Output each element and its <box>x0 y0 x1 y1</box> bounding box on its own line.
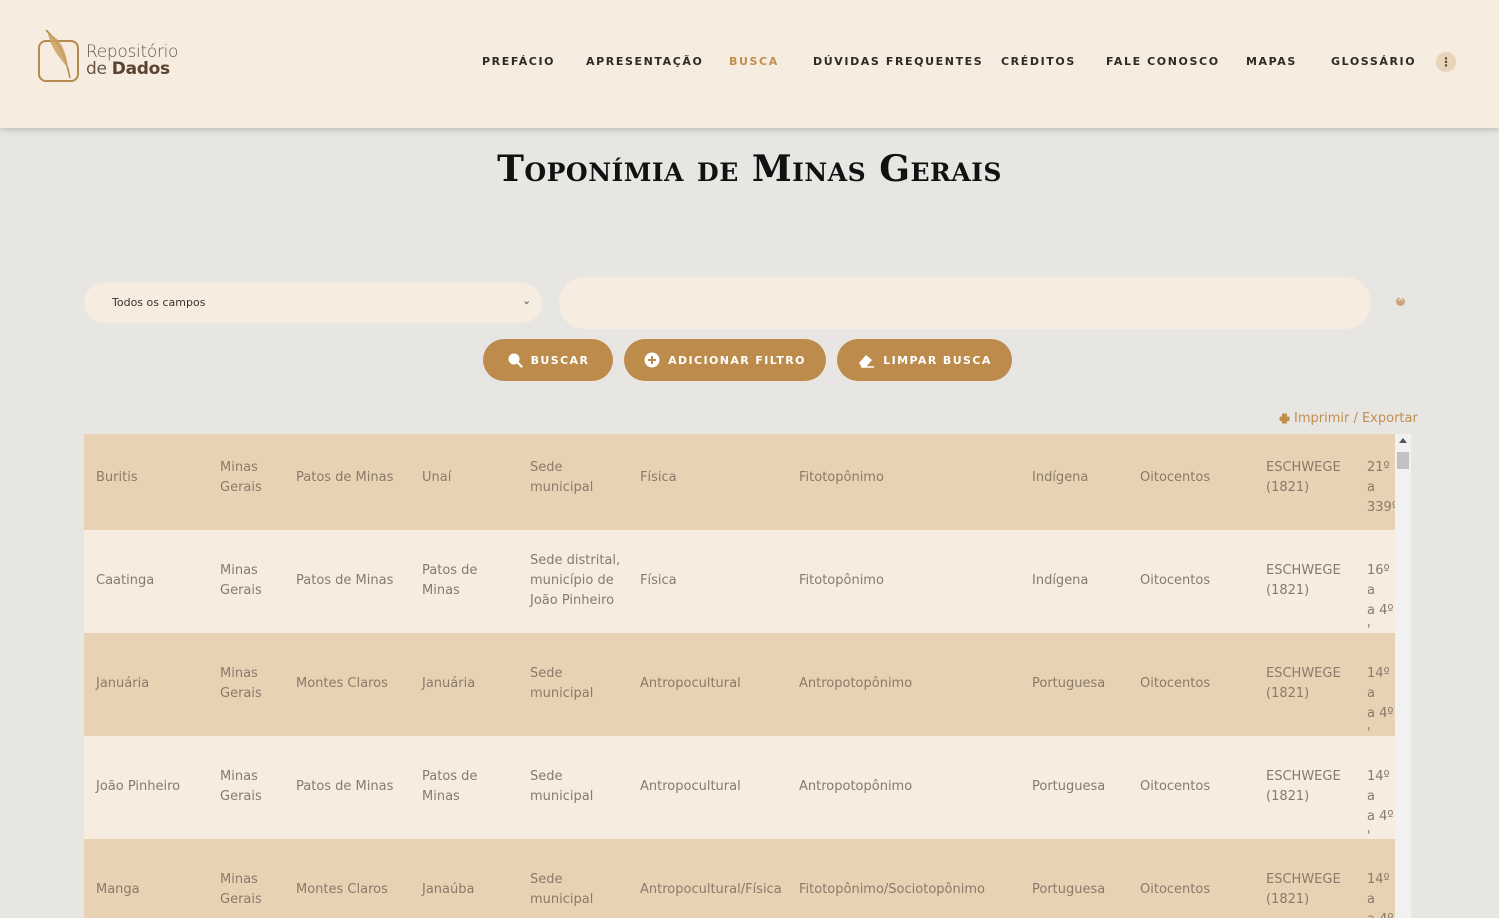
table-scrollbar[interactable] <box>1395 434 1411 918</box>
site-header: Repositório de Dados PREFÁCIO APRESENTAÇ… <box>0 0 1499 128</box>
cell-mesorregiao: Patos de Minas <box>296 779 394 794</box>
nav-fale-conosco[interactable]: FALE CONOSCO <box>1106 55 1220 68</box>
cell-fonte: ESCHWEGE (1821) <box>1266 563 1341 598</box>
cell-microrregiao: Janaúba <box>422 882 475 897</box>
cell-coordenadas: 14º a a 4º ' <box>1367 666 1394 741</box>
clear-search-button-label: LIMPAR BUSCA <box>883 353 992 367</box>
table-row[interactable]: Manga Minas Gerais Montes Claros Janaúba… <box>84 839 1395 918</box>
nav-prefacio[interactable]: PREFÁCIO <box>482 55 555 68</box>
cell-toponimo: João Pinheiro <box>96 779 181 794</box>
cell-origem: Portuguesa <box>1032 676 1106 691</box>
cell-coordenadas: 14º a a 4º ' <box>1367 872 1394 918</box>
cell-estado: Minas Gerais <box>220 872 262 907</box>
cell-fonte: ESCHWEGE (1821) <box>1266 460 1341 495</box>
cell-tipo-localidade: Sede municipal <box>530 666 594 701</box>
scroll-thumb[interactable] <box>1397 452 1409 469</box>
cell-seculo: Oitocentos <box>1140 573 1211 588</box>
vertical-ellipsis-icon: ⋮ <box>1440 55 1452 69</box>
cell-seculo: Oitocentos <box>1140 882 1211 897</box>
cell-taxonomia: Fitotopônimo <box>799 573 884 588</box>
cell-origem: Portuguesa <box>1032 779 1106 794</box>
feather-icon <box>45 29 71 79</box>
search-icon <box>508 353 523 368</box>
cell-tipo-localidade: Sede municipal <box>530 872 594 907</box>
cell-fonte: ESCHWEGE (1821) <box>1266 769 1341 804</box>
eraser-icon <box>859 355 875 368</box>
cell-natureza: Antropocultural <box>640 676 741 691</box>
printer-icon <box>1279 413 1290 424</box>
cell-toponimo: Caatinga <box>96 573 155 588</box>
cell-taxonomia: Antropotopônimo <box>799 676 913 691</box>
cell-estado: Minas Gerais <box>220 769 262 804</box>
cell-mesorregiao: Patos de Minas <box>296 470 394 485</box>
print-export-link[interactable]: Imprimir / Exportar <box>1279 411 1418 426</box>
cell-tipo-localidade: Sede municipal <box>530 769 594 804</box>
cell-microrregiao: Patos de Minas <box>422 769 478 804</box>
cell-estado: Minas Gerais <box>220 563 262 598</box>
nav-duvidas-frequentes[interactable]: DÚVIDAS FREQUENTES <box>813 55 983 68</box>
page-title: Toponímia de Minas Gerais <box>497 148 1002 190</box>
nav-creditos[interactable]: CRÉDITOS <box>1001 55 1076 68</box>
cell-fonte: ESCHWEGE (1821) <box>1266 666 1341 701</box>
clear-circle-icon[interactable] <box>1396 294 1405 306</box>
cell-natureza: Física <box>640 470 677 485</box>
nav-glossario[interactable]: GLOSSÁRIO <box>1331 55 1416 68</box>
cell-mesorregiao: Montes Claros <box>296 676 388 691</box>
cell-toponimo: Januária <box>96 676 150 691</box>
logo-line2-bold: Dados <box>111 59 170 79</box>
cell-taxonomia: Antropotopônimo <box>799 779 913 794</box>
nav-apresentacao[interactable]: APRESENTAÇÃO <box>586 55 704 68</box>
cell-seculo: Oitocentos <box>1140 676 1211 691</box>
cell-tipo-localidade: Sede distrital, município de João Pinhei… <box>530 553 621 608</box>
clear-search-button[interactable]: LIMPAR BUSCA <box>837 339 1012 381</box>
cell-fonte: ESCHWEGE (1821) <box>1266 872 1341 907</box>
cell-microrregiao: Patos de Minas <box>422 563 478 598</box>
more-menu-button[interactable]: ⋮ <box>1436 52 1456 72</box>
cell-coordenadas: 21º a 339º <box>1367 460 1395 515</box>
cell-taxonomia: Fitotopônimo/Sociotopônimo <box>799 882 985 897</box>
search-input[interactable] <box>559 277 1371 329</box>
cell-origem: Portuguesa <box>1032 882 1106 897</box>
add-filter-button-label: ADICIONAR FILTRO <box>668 353 806 367</box>
nav-mapas[interactable]: MAPAS <box>1246 55 1297 68</box>
table-row[interactable]: João Pinheiro Minas Gerais Patos de Mina… <box>84 736 1395 844</box>
search-button[interactable]: BUSCAR <box>483 339 613 381</box>
chevron-down-icon: ⌄ <box>522 294 532 307</box>
logo-line2-prefix: de <box>86 59 112 79</box>
site-logo[interactable]: Repositório de Dados <box>38 28 198 84</box>
cell-seculo: Oitocentos <box>1140 470 1211 485</box>
add-filter-button[interactable]: ADICIONAR FILTRO <box>624 339 826 381</box>
cell-mesorregiao: Patos de Minas <box>296 573 394 588</box>
cell-origem: Indígena <box>1032 573 1089 588</box>
table-row[interactable]: Buritis Minas Gerais Patos de Minas Unaí… <box>84 434 1395 530</box>
cell-microrregiao: Januária <box>422 676 476 691</box>
scroll-up-arrow-icon[interactable] <box>1399 438 1407 443</box>
cell-taxonomia: Fitotopônimo <box>799 470 884 485</box>
cell-coordenadas: 14º a a 4º ' <box>1367 769 1394 844</box>
nav-busca[interactable]: BUSCA <box>729 55 779 68</box>
table-row[interactable]: Caatinga Minas Gerais Patos de Minas Pat… <box>84 530 1395 638</box>
cell-estado: Minas Gerais <box>220 666 262 701</box>
print-export-label: Imprimir / Exportar <box>1294 411 1418 426</box>
table-row[interactable]: Januária Minas Gerais Montes Claros Janu… <box>84 633 1395 741</box>
cell-natureza: Física <box>640 573 677 588</box>
cell-seculo: Oitocentos <box>1140 779 1211 794</box>
plus-circle-icon <box>644 352 660 368</box>
cell-origem: Indígena <box>1032 470 1089 485</box>
results-table: Buritis Minas Gerais Patos de Minas Unaí… <box>84 434 1395 918</box>
cell-coordenadas: 16º a a 4º ' <box>1367 563 1394 638</box>
search-field-select-value: Todos os campos <box>112 296 206 309</box>
cell-mesorregiao: Montes Claros <box>296 882 388 897</box>
logo-line2: de Dados <box>86 61 178 78</box>
search-field-select[interactable]: Todos os campos ⌄ <box>84 283 542 323</box>
cell-estado: Minas Gerais <box>220 460 262 495</box>
cell-tipo-localidade: Sede municipal <box>530 460 594 495</box>
cell-natureza: Antropocultural <box>640 779 741 794</box>
cell-microrregiao: Unaí <box>422 470 452 485</box>
cell-toponimo: Manga <box>96 882 140 897</box>
logo-text: Repositório de Dados <box>86 44 178 78</box>
search-button-label: BUSCAR <box>530 353 590 367</box>
cell-natureza: Antropocultural/Física <box>640 882 782 897</box>
cell-toponimo: Buritis <box>96 470 138 485</box>
